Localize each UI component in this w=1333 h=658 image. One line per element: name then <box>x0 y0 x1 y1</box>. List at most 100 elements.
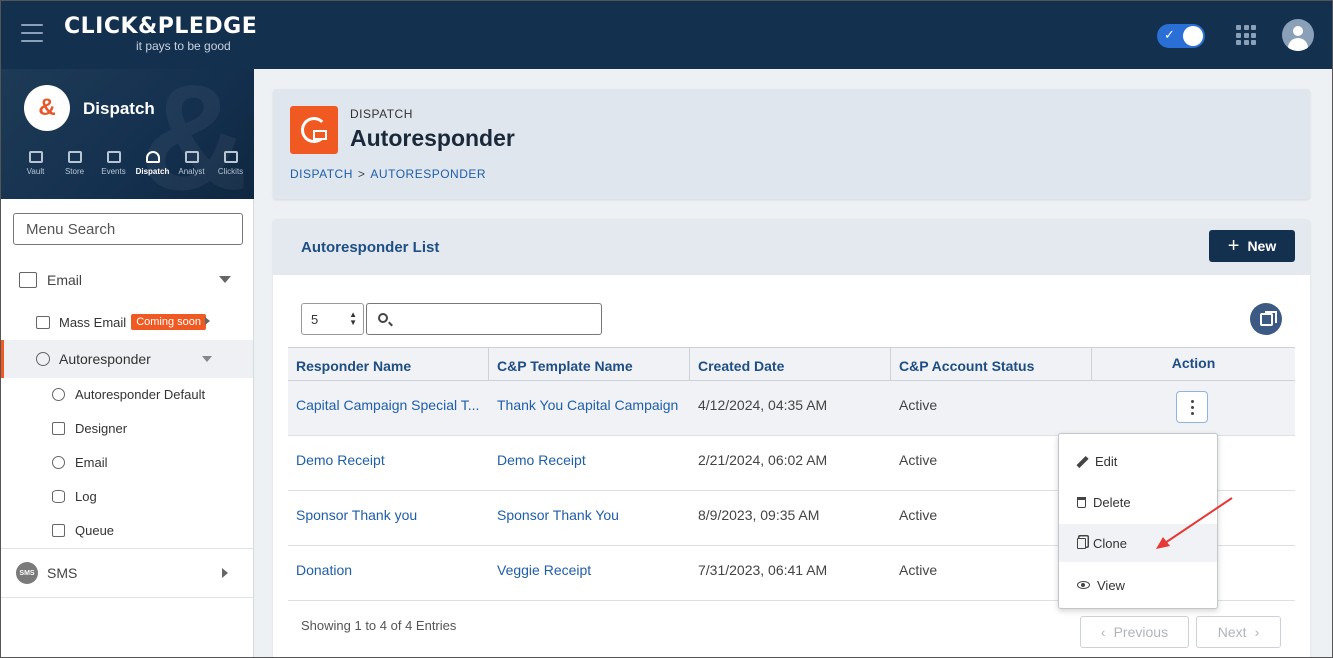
mass-email-icon <box>36 315 50 329</box>
sidebar-item-email[interactable]: Email <box>0 263 253 297</box>
template-name-link[interactable]: Veggie Receipt <box>489 546 690 600</box>
breadcrumb-dispatch[interactable]: DISPATCH <box>290 167 353 181</box>
created-date: 2/21/2024, 06:02 AM <box>698 452 828 468</box>
table-header: Responder Name C&P Template Name Created… <box>288 347 1295 382</box>
previous-page-button[interactable]: ‹ Previous <box>1080 616 1189 648</box>
app-badge-icon: & <box>24 85 70 131</box>
coming-soon-badge: Coming soon <box>131 314 207 330</box>
row-actions-button[interactable] <box>1176 391 1208 423</box>
breadcrumb-autoresponder[interactable]: AUTORESPONDER <box>370 167 486 181</box>
menu-item-edit[interactable]: Edit <box>1059 442 1217 480</box>
breadcrumb-separator: > <box>357 167 366 181</box>
bar-chart-icon <box>184 151 199 163</box>
spinner-arrows-icon[interactable]: ▲ ▼ <box>349 311 357 327</box>
chevron-down-icon <box>219 276 231 283</box>
column-header[interactable]: Created Date <box>690 348 891 382</box>
menu-search-input[interactable] <box>13 213 243 245</box>
menu-item-label: Delete <box>1093 494 1131 510</box>
chevron-left-icon: ‹ <box>1100 624 1106 640</box>
app-header: & & Dispatch Vault Store Events Dispatch… <box>0 69 254 199</box>
wallet-icon <box>28 151 43 163</box>
page-kicker: DISPATCH <box>350 107 413 121</box>
sidebar-item-label: Log <box>75 488 97 504</box>
next-label: Next <box>1217 624 1247 640</box>
menu-item-view[interactable]: View <box>1059 566 1217 604</box>
search-icon <box>378 313 388 323</box>
hamburger-menu-icon[interactable] <box>21 24 43 42</box>
chevron-right-icon <box>222 568 228 578</box>
eye-icon <box>1077 581 1090 589</box>
mode-toggle[interactable]: ✓ <box>1157 24 1205 48</box>
page-header: DISPATCH Autoresponder DISPATCH > AUTORE… <box>273 89 1310 199</box>
user-avatar-icon[interactable] <box>1282 19 1314 51</box>
app-tab-vault[interactable]: Vault <box>16 151 55 176</box>
template-name-link[interactable]: Sponsor Thank You <box>489 491 690 545</box>
app-tab-label: Store <box>64 167 85 176</box>
sidebar-item-label: Mass Email <box>59 314 127 330</box>
sidebar-item-label: Queue <box>75 522 115 538</box>
menu-item-clone[interactable]: Clone <box>1059 524 1217 562</box>
app-tab-store[interactable]: Store <box>55 151 94 176</box>
sidebar-item-sms[interactable]: SMS SMS <box>0 555 253 591</box>
list-header: Autoresponder List + New <box>273 219 1310 275</box>
responder-name-link[interactable]: Sponsor Thank you <box>288 491 489 545</box>
new-button[interactable]: + New <box>1209 230 1295 262</box>
sidebar-item-designer[interactable]: Designer <box>0 411 253 445</box>
sidebar-item-queue[interactable]: Queue <box>0 513 253 547</box>
page-size-value: 5 <box>311 311 319 327</box>
external-link-icon <box>1259 310 1277 326</box>
app-tab-dispatch[interactable]: Dispatch <box>133 151 172 176</box>
calendar-icon <box>106 151 121 163</box>
column-header[interactable]: C&P Account Status <box>891 348 1092 382</box>
table-search-input[interactable] <box>397 304 597 334</box>
brand-name: CLICK&PLEDGE <box>64 14 258 39</box>
table-row: Capital Campaign Special T... Thank You … <box>288 381 1295 436</box>
sidebar-item-autoresponder[interactable]: Autoresponder <box>0 340 253 378</box>
template-name-link[interactable]: Thank You Capital Campaign <box>489 381 690 435</box>
sidebar-item-mass-email[interactable]: Mass Email Coming soon <box>0 307 253 337</box>
responder-name-link[interactable]: Donation <box>288 546 489 600</box>
responder-name-link[interactable]: Capital Campaign Special T... <box>288 381 489 435</box>
sidebar-item-autoresponder-default[interactable]: Autoresponder Default <box>0 377 253 411</box>
app-tab-label: Analyst <box>178 167 205 176</box>
app-tab-clickits[interactable]: Clickits <box>211 151 250 176</box>
export-button[interactable] <box>1250 303 1282 335</box>
new-button-label: New <box>1247 238 1277 254</box>
column-header[interactable]: Responder Name <box>288 348 489 382</box>
sidebar-divider <box>0 548 253 549</box>
clickits-icon <box>223 151 238 163</box>
toggle-knob <box>1183 26 1203 46</box>
page-title: Autoresponder <box>350 125 515 151</box>
chevron-down-icon <box>202 356 212 362</box>
app-tab-label: Events <box>101 167 126 176</box>
next-page-button[interactable]: Next › <box>1196 616 1281 648</box>
chevron-right-icon <box>205 317 210 325</box>
database-icon <box>52 489 65 503</box>
column-header[interactable]: C&P Template Name <box>489 348 690 382</box>
template-name-link[interactable]: Demo Receipt <box>489 436 690 490</box>
watermark-ampersand-icon: & <box>140 69 249 199</box>
menu-item-delete[interactable]: Delete <box>1059 483 1217 521</box>
chevron-right-icon: › <box>1254 624 1260 640</box>
page-size-stepper[interactable]: 5 ▲ ▼ <box>301 303 364 335</box>
app-tab-label: Clickits <box>217 167 244 176</box>
created-date: 7/31/2023, 06:41 AM <box>698 562 828 578</box>
sidebar-item-label: SMS <box>47 565 78 581</box>
queue-icon <box>52 523 65 537</box>
app-tab-events[interactable]: Events <box>94 151 133 176</box>
brand-tagline: it pays to be good <box>136 39 231 53</box>
brand-logo[interactable]: CLICK&PLEDGE it pays to be good <box>64 14 258 53</box>
sidebar-item-label: Autoresponder Default <box>75 386 206 402</box>
designer-icon <box>52 421 65 435</box>
previous-label: Previous <box>1113 624 1169 640</box>
cart-icon <box>67 151 82 163</box>
sidebar-item-log[interactable]: Log <box>0 479 253 513</box>
broadcast-icon <box>145 151 160 163</box>
created-date: 4/12/2024, 04:35 AM <box>698 397 828 413</box>
responder-name-link[interactable]: Demo Receipt <box>288 436 489 490</box>
sidebar-item-email-sub[interactable]: Email <box>0 445 253 479</box>
account-status: Active <box>899 397 938 413</box>
autoresponder-icon <box>36 352 50 366</box>
apps-grid-icon[interactable] <box>1236 25 1256 45</box>
app-tab-analyst[interactable]: Analyst <box>172 151 211 176</box>
